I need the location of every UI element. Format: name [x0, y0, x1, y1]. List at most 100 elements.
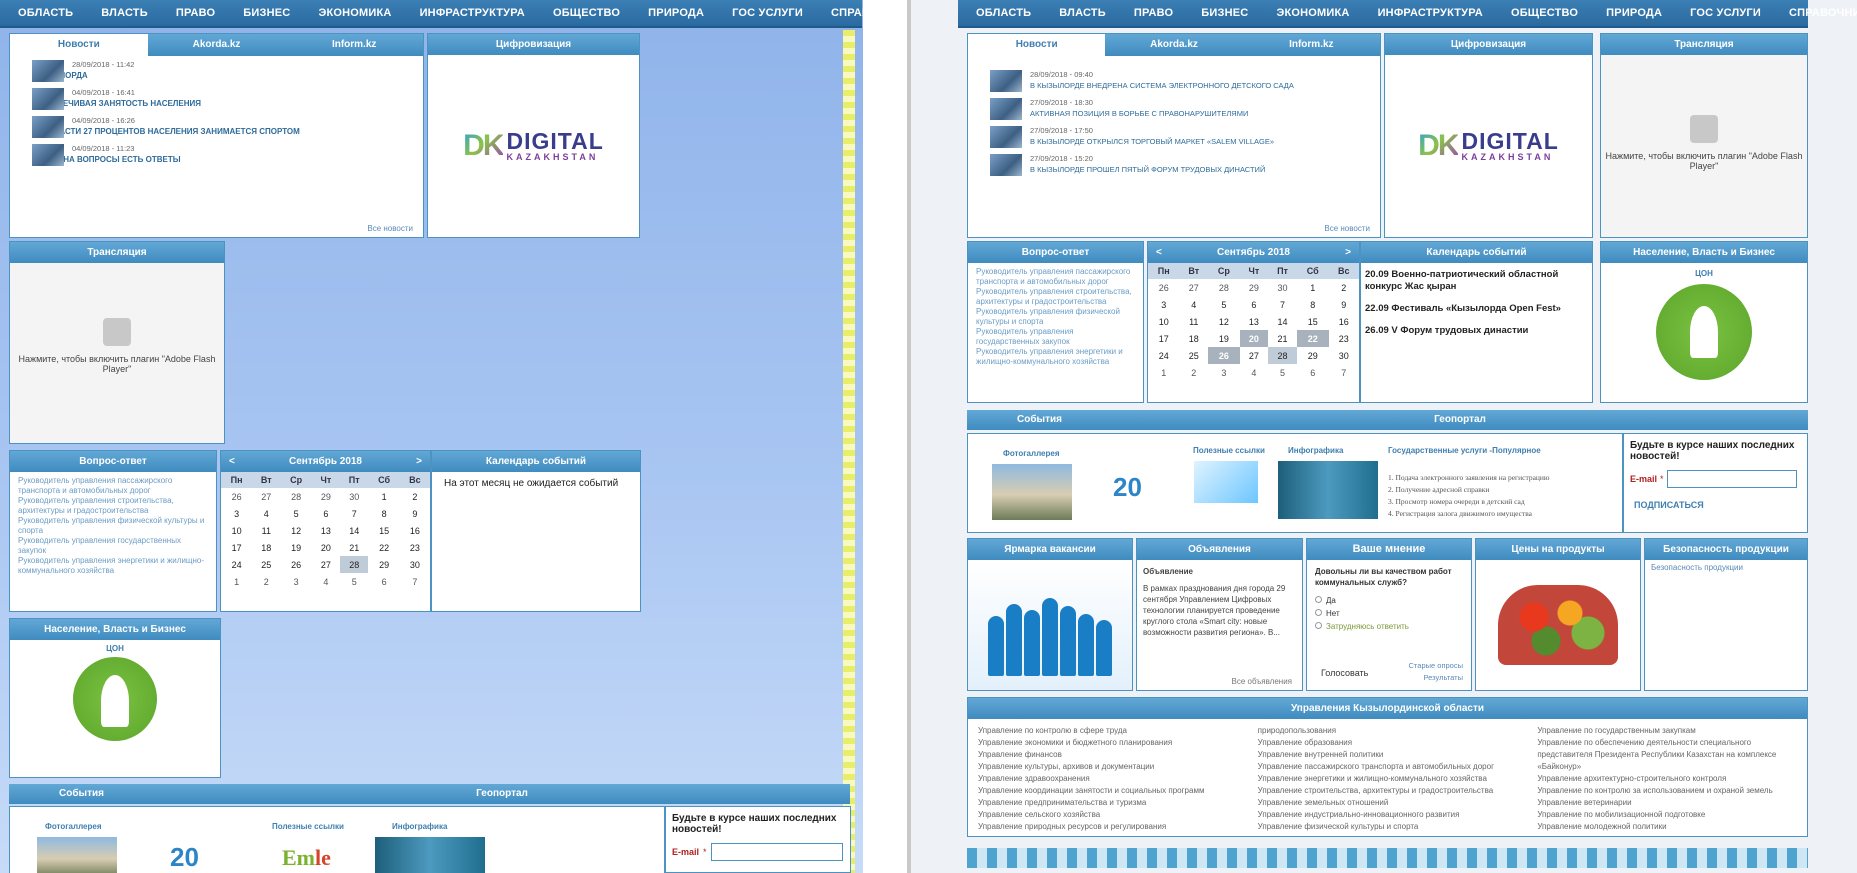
- poll-option[interactable]: Нет: [1326, 609, 1340, 618]
- emle-logo[interactable]: Emle: [282, 845, 331, 871]
- qa-link[interactable]: Руководитель управления пассажирского тр…: [976, 267, 1135, 287]
- geoportal-tab[interactable]: Геопортал: [154, 784, 850, 804]
- photo-gallery-label[interactable]: Фотогаллерея: [1003, 449, 1060, 458]
- events-tab[interactable]: События: [967, 410, 1112, 430]
- news-title[interactable]: В КЫЗЫЛОРДЕ ВНЕДРЕНА СИСТЕМА ЭЛЕКТРОННОГ…: [992, 80, 1372, 91]
- infographic-image[interactable]: [375, 837, 485, 873]
- dept-link[interactable]: Управление молодежной политики: [1537, 821, 1797, 833]
- qa-link[interactable]: Руководитель управления энергетики и жил…: [18, 556, 208, 576]
- infographic-image[interactable]: [1278, 461, 1378, 519]
- nav-item[interactable]: БИЗНЕС: [229, 7, 304, 19]
- dept-link[interactable]: Управление земельных отношений: [1258, 797, 1518, 809]
- news-title[interactable]: ОБЕСПЕЧИВАЯ ЗАНЯТОСТЬ НАСЕЛЕНИЯ: [34, 98, 415, 109]
- news-item[interactable]: 04/09/2018 - 16:26 В ОБЛАСТИ 27 ПРОЦЕНТОВ…: [32, 116, 415, 140]
- dept-link[interactable]: Управление финансов: [978, 749, 1238, 761]
- nav-item[interactable]: ЭКОНОМИКА: [304, 7, 405, 19]
- qa-link[interactable]: Руководитель управления физической культ…: [976, 307, 1135, 327]
- poll-radio[interactable]: [1315, 622, 1322, 629]
- dept-link[interactable]: Управление сельского хозяйства: [978, 809, 1238, 821]
- useful-links-label[interactable]: Полезные ссылки: [272, 822, 344, 831]
- nav-item[interactable]: СПРАВОЧНИК: [1775, 7, 1857, 19]
- qa-link[interactable]: Руководитель управления пассажирского тр…: [18, 476, 208, 496]
- nav-item[interactable]: ГОС УСЛУГИ: [1676, 7, 1775, 19]
- qa-link[interactable]: Руководитель управления физической культ…: [18, 516, 208, 536]
- event-item[interactable]: 26.09 V Форум трудовых династии: [1365, 325, 1588, 337]
- poll-radio[interactable]: [1315, 609, 1322, 616]
- photo-gallery-label[interactable]: Фотогаллерея: [45, 822, 102, 831]
- all-news-link[interactable]: Все новости: [1324, 224, 1370, 233]
- dept-link[interactable]: Управление архитектурно-строительного ко…: [1537, 773, 1797, 785]
- dept-link[interactable]: Управление по мобилизационной подготовке: [1537, 809, 1797, 821]
- nav-item[interactable]: ПРИРОДА: [634, 7, 718, 19]
- event-item[interactable]: 20.09 Военно-патриотический областной ко…: [1365, 269, 1588, 293]
- dept-link[interactable]: Управление координации занятости и социа…: [978, 785, 1238, 797]
- news-item[interactable]: 27/09/2018 - 17:50 В КЫЗЫЛОРДЕ ОТКРЫЛСЯ Т…: [990, 126, 1372, 150]
- infographic-label[interactable]: Инфографика: [392, 822, 447, 831]
- dept-link[interactable]: Управление образования: [1258, 737, 1518, 749]
- dept-link[interactable]: природопользования: [1258, 725, 1518, 737]
- tson-logo[interactable]: [1656, 284, 1752, 380]
- nav-item[interactable]: ОБЩЕСТВО: [539, 7, 634, 19]
- vote-button[interactable]: Голосовать: [1321, 668, 1368, 678]
- gov-service-item[interactable]: 4. Регистрация залога движимого имуществ…: [1388, 508, 1568, 520]
- vegetables-image[interactable]: [1476, 560, 1640, 690]
- news-item[interactable]: 28/09/2018 - 09:40 В КЫЗЫЛОРДЕ ВНЕДРЕНА С…: [990, 70, 1372, 94]
- email-field[interactable]: [710, 843, 843, 861]
- useful-links-label[interactable]: Полезные ссылки: [1193, 446, 1265, 455]
- useful-links-image[interactable]: [1194, 461, 1258, 503]
- news-title[interactable]: ОСМС: НА ВОПРОСЫ ЕСТЬ ОТВЕТЫ: [34, 154, 415, 165]
- qa-link[interactable]: Руководитель управления строительства, а…: [976, 287, 1135, 307]
- calendar-prev[interactable]: <: [1156, 242, 1162, 263]
- safety-link[interactable]: Безопасность продукции: [1645, 560, 1807, 575]
- tab-inform[interactable]: Inform.kz: [1243, 34, 1380, 56]
- dept-link[interactable]: Управление строительства, архитектуры и …: [1258, 785, 1518, 797]
- digital-kazakhstan-logo[interactable]: DK DIGITAL KAZAKHSTAN: [1385, 55, 1592, 237]
- dept-link[interactable]: Управление по государственным закупкам: [1537, 725, 1797, 737]
- flash-placeholder[interactable]: Нажмите, чтобы включить плагин "Adobe Fl…: [1601, 55, 1807, 237]
- dept-link[interactable]: Управление по контролю в сфере труда: [978, 725, 1238, 737]
- tson-label[interactable]: ЦОН: [1601, 269, 1807, 278]
- nav-item[interactable]: ВЛАСТЬ: [87, 7, 162, 19]
- flash-placeholder[interactable]: Нажмите, чтобы включить плагин "Adobe Fl…: [10, 263, 224, 443]
- all-news-link[interactable]: Все новости: [367, 224, 413, 233]
- events-tab[interactable]: События: [9, 784, 154, 804]
- old-polls-link[interactable]: Старые опросы: [1409, 661, 1463, 670]
- subscribe-button[interactable]: ПОДПИСАТЬСЯ: [1630, 500, 1801, 510]
- dept-link[interactable]: Управление культуры, архивов и документа…: [978, 761, 1238, 773]
- ad-title[interactable]: Объявление: [1143, 566, 1296, 577]
- dept-link[interactable]: Управление по контролю за использованием…: [1537, 785, 1797, 797]
- dept-link[interactable]: Управление предпринимательства и туризма: [978, 797, 1238, 809]
- nav-item[interactable]: ПРАВО: [162, 7, 229, 19]
- tab-inform[interactable]: Inform.kz: [285, 34, 423, 56]
- gov-service-item[interactable]: 3. Просмотр номера очереди в детский сад: [1388, 496, 1568, 508]
- gov-service-item[interactable]: 1. Подача электронного заявления на реги…: [1388, 472, 1568, 484]
- qa-link[interactable]: Руководитель управления государственных …: [976, 327, 1135, 347]
- geoportal-tab[interactable]: Геопортал: [1112, 410, 1808, 430]
- astana-20-logo[interactable]: 20: [1113, 472, 1142, 503]
- calendar-next[interactable]: >: [416, 451, 422, 472]
- nav-item[interactable]: ОБЩЕСТВО: [1497, 7, 1592, 19]
- tson-label[interactable]: ЦОН: [10, 644, 220, 653]
- news-title[interactable]: АКТИВНАЯ ПОЗИЦИЯ В БОРЬБЕ С ПРАВОНАРУШИТ…: [992, 108, 1372, 119]
- gov-service-item[interactable]: 2. Получение адресной справки: [1388, 484, 1568, 496]
- nav-item[interactable]: ГОС УСЛУГИ: [718, 7, 817, 19]
- dept-link[interactable]: Управление здравоохранения: [978, 773, 1238, 785]
- nav-item[interactable]: ПРАВО: [1120, 7, 1187, 19]
- nav-item[interactable]: ПРИРОДА: [1592, 7, 1676, 19]
- news-item[interactable]: 04/09/2018 - 11:23 ОСМС: НА ВОПРОСЫ ЕСТЬ …: [32, 144, 415, 168]
- qa-link[interactable]: Руководитель управления государственных …: [18, 536, 208, 556]
- news-item[interactable]: 27/09/2018 - 15:20 В КЫЗЫЛОРДЕ ПРОШЕЛ ПЯТ…: [990, 154, 1372, 178]
- news-title[interactable]: В КЫЗЫЛОРДЕ ПРОШЕЛ ПЯТЫЙ ФОРУМ ТРУДОВЫХ …: [992, 164, 1372, 175]
- photo-gallery-image[interactable]: [37, 837, 117, 873]
- dept-link[interactable]: Управление по обеспечению деятельности с…: [1537, 737, 1797, 773]
- calendar-next[interactable]: >: [1345, 242, 1351, 263]
- news-item[interactable]: 04/09/2018 - 16:41 ОБЕСПЕЧИВАЯ ЗАНЯТОСТЬ …: [32, 88, 415, 112]
- news-title[interactable]: В КЫЗЫЛОРДЕ ОТКРЫЛСЯ ТОРГОВЫЙ МАРКЕТ «SA…: [992, 136, 1372, 147]
- gov-services-label[interactable]: Государственные услуги -Популярное: [1388, 446, 1541, 455]
- astana-20-logo[interactable]: 20: [170, 842, 199, 873]
- qa-link[interactable]: Руководитель управления строительства, а…: [18, 496, 208, 516]
- dept-link[interactable]: Управление внутренней политики: [1258, 749, 1518, 761]
- results-link[interactable]: Результаты: [1424, 673, 1464, 682]
- dept-link[interactable]: Управление энергетики и жилищно-коммунал…: [1258, 773, 1518, 785]
- tson-logo[interactable]: [73, 657, 157, 741]
